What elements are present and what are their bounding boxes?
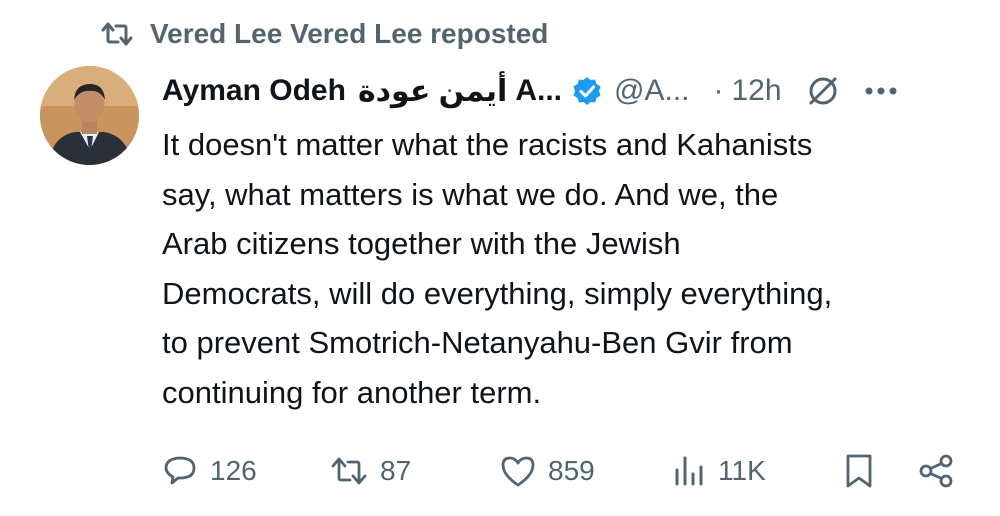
separator-dot: · [713, 74, 724, 107]
author-name-truncated[interactable]: A... [515, 74, 562, 108]
action-bar: 126 87 859 11K [162, 446, 962, 496]
tweet-text-line: continuing for another term. [162, 374, 542, 410]
grok-icon[interactable] [806, 74, 840, 108]
verified-badge-icon [573, 77, 601, 105]
author-name[interactable]: Ayman Odeh [162, 74, 346, 108]
more-icon[interactable] [864, 86, 898, 96]
repost-text: Vered Lee Vered Lee reposted [150, 18, 549, 49]
repost-button[interactable]: 87 [330, 446, 411, 496]
tweet-card[interactable]: Vered Lee Vered Lee reposted Ayman Odeh … [0, 0, 1000, 516]
tweet-text-line: to prevent Smotrich-Netanyahu-Ben Gvir f… [162, 325, 793, 360]
tweet-timestamp[interactable]: 12h [731, 74, 781, 108]
reply-count: 126 [210, 455, 257, 486]
views-count: 11K [718, 455, 766, 486]
tweet-header: Ayman Odeh أيمن عودة A... @A... · 12h [162, 68, 898, 114]
repost-icon [101, 22, 133, 46]
bookmark-icon [846, 454, 872, 488]
like-count: 859 [548, 455, 595, 486]
repost-context[interactable]: Vered Lee Vered Lee reposted [100, 14, 548, 54]
tweet-text-line: Democrats, will do everything, simply ev… [162, 275, 833, 311]
views-icon [675, 456, 703, 486]
share-icon [919, 454, 953, 488]
share-button[interactable] [918, 446, 954, 496]
tweet-text-line: Arab citizens together with the Jewish [162, 226, 681, 261]
repost-icon [331, 457, 367, 485]
repost-count: 87 [380, 455, 412, 486]
tweet-text: It doesn't matter what the racists and K… [162, 120, 962, 417]
like-icon [501, 456, 535, 487]
tweet-text-line: say, what matters is what we do. And we,… [162, 176, 779, 212]
avatar-photo [40, 66, 139, 165]
author-handle[interactable]: @A... [614, 74, 689, 108]
bookmark-button[interactable] [844, 446, 874, 496]
views-button[interactable]: 11K [672, 446, 766, 496]
reply-button[interactable]: 126 [162, 446, 257, 496]
author-name-arabic[interactable]: أيمن عودة [358, 74, 507, 109]
like-button[interactable]: 859 [500, 446, 595, 496]
avatar[interactable] [40, 66, 139, 165]
reply-icon [164, 456, 196, 485]
tweet-text-line: It doesn't matter what the racists and K… [162, 127, 813, 162]
